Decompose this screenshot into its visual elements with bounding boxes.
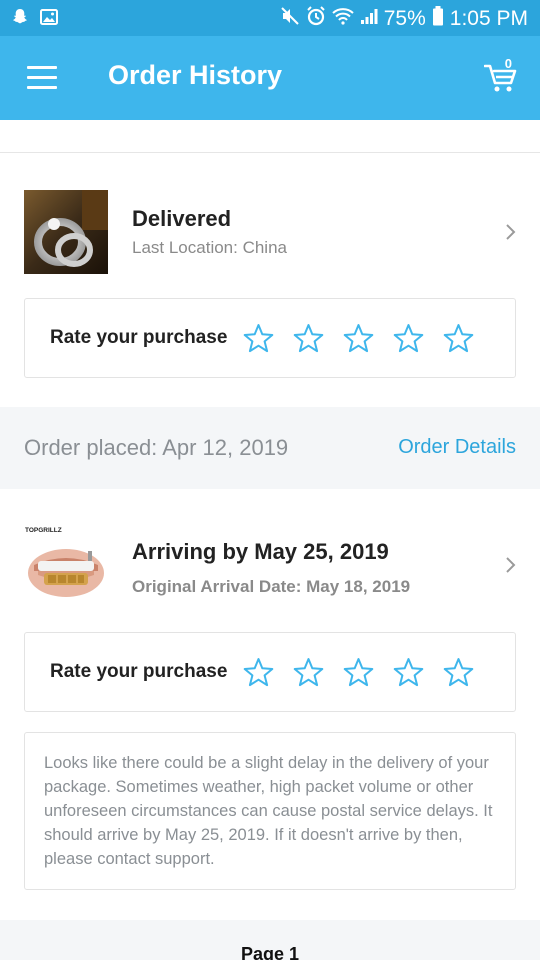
snapchat-icon	[12, 8, 28, 30]
star-rating	[243, 323, 474, 354]
order-history-list: Delivered Last Location: China Rate your…	[0, 120, 540, 960]
status-right-icons: 75% 1:05 PM	[280, 6, 528, 32]
order-row-arriving[interactable]: TOPGRILLZ Arriving by May 25, 2019 Origi…	[0, 523, 540, 623]
star-icon[interactable]	[293, 657, 324, 688]
order-details-link[interactable]: Order Details	[398, 436, 516, 459]
app-bar: Order History 0	[0, 36, 540, 120]
order-status-subtitle: Last Location: China	[132, 238, 287, 257]
star-icon[interactable]	[393, 323, 424, 354]
star-icon[interactable]	[393, 657, 424, 688]
chevron-right-icon	[504, 557, 516, 573]
order-status-subtitle: Original Arrival Date: May 18, 2019	[132, 577, 411, 596]
chevron-right-icon	[504, 224, 516, 240]
order-placed-date: Order placed: Apr 12, 2019	[24, 435, 289, 460]
page-title: Order History	[108, 60, 283, 90]
rate-purchase-box: Rate your purchase	[24, 632, 516, 712]
rate-purchase-box: Rate your purchase	[24, 298, 516, 378]
mute-icon	[280, 7, 300, 31]
rate-purchase-label: Rate your purchase	[50, 661, 228, 682]
star-icon[interactable]	[443, 657, 474, 688]
divider	[0, 152, 540, 153]
star-icon[interactable]	[243, 657, 274, 688]
clock-time: 1:05 PM	[449, 7, 528, 30]
pagination-footer: Page 1	[0, 920, 540, 960]
star-icon[interactable]	[343, 323, 374, 354]
delay-notice: Looks like there could be a slight delay…	[24, 732, 516, 890]
status-bar: 75% 1:05 PM	[0, 0, 540, 36]
star-icon[interactable]	[293, 323, 324, 354]
order-status-title: Arriving by May 25, 2019	[132, 539, 389, 564]
thumb-brand-text: TOPGRILLZ	[25, 527, 62, 534]
page-number: Page 1	[240, 944, 300, 960]
rate-purchase-label: Rate your purchase	[50, 327, 228, 348]
menu-icon[interactable]	[27, 66, 57, 89]
star-icon[interactable]	[443, 323, 474, 354]
order-status-title: Delivered	[132, 206, 232, 231]
battery-icon	[432, 6, 444, 32]
product-thumbnail-rings	[24, 190, 108, 274]
battery-percent: 75%	[383, 7, 426, 30]
cart-count-badge: 0	[504, 56, 512, 71]
star-rating	[243, 657, 474, 688]
image-icon	[40, 8, 58, 30]
star-icon[interactable]	[343, 657, 374, 688]
star-icon[interactable]	[243, 323, 274, 354]
wifi-icon	[332, 7, 354, 31]
product-thumbnail-grillz: TOPGRILLZ	[24, 523, 108, 607]
signal-icon	[360, 7, 378, 31]
order-row-delivered[interactable]: Delivered Last Location: China	[0, 190, 540, 290]
cart-icon[interactable]	[483, 58, 518, 94]
status-left-icons	[12, 8, 58, 30]
order-section-header: Order placed: Apr 12, 2019 Order Details	[0, 407, 540, 489]
alarm-icon	[306, 6, 326, 32]
